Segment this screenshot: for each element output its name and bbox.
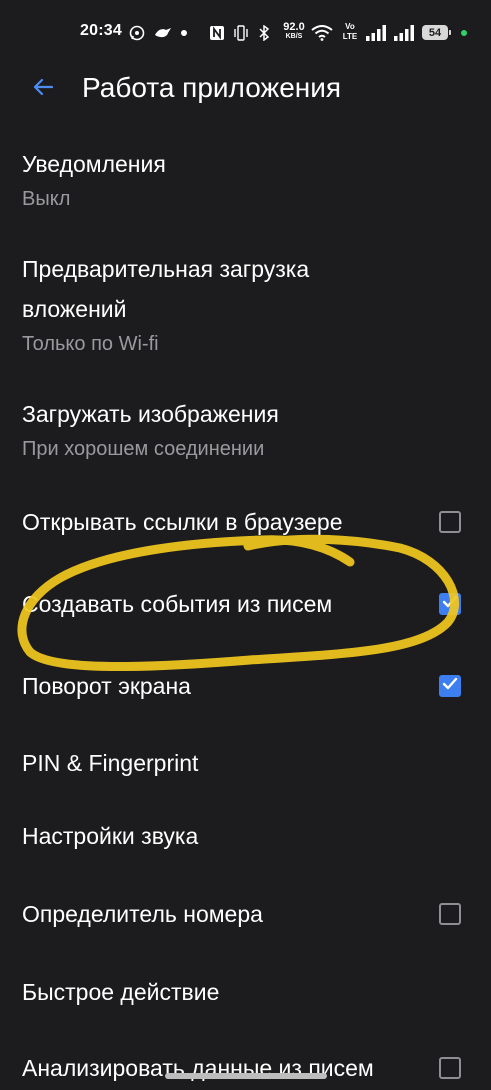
setting-title: Загружать изображения: [22, 401, 279, 427]
setting-title: Открывать ссылки в браузере: [22, 509, 343, 535]
setting-subtitle: При хорошем соединении: [22, 438, 265, 460]
volte-bottom: LTE: [342, 32, 358, 41]
screen: 20:34 92.0 KB/S Vo LTE 54 Работа приложе…: [0, 0, 491, 1090]
setting-title: Создавать события из писем: [22, 591, 333, 617]
setting-screen-rotation[interactable]: Поворот экрана: [0, 666, 491, 706]
setting-title: Уведомления: [22, 151, 166, 177]
setting-sound[interactable]: Настройки звука: [0, 816, 491, 856]
setting-open-links-in-browser[interactable]: Открывать ссылки в браузере: [0, 502, 491, 542]
app-bar: Работа приложения: [0, 64, 491, 114]
setting-title: Предварительная загрузка вложений: [22, 256, 310, 322]
status-time: 20:34: [80, 22, 122, 39]
bluetooth-icon: [256, 24, 272, 42]
home-indicator[interactable]: [165, 1073, 327, 1079]
setting-title: Поворот экрана: [22, 673, 191, 699]
battery-indicator: 54: [422, 25, 451, 40]
checkmark-icon: [442, 677, 458, 696]
checkbox-create-events[interactable]: [439, 593, 461, 615]
setting-title: Настройки звука: [22, 823, 199, 849]
vibrate-icon: [232, 24, 250, 42]
wifi-icon: [310, 24, 334, 42]
setting-title: Анализировать данные из писем: [22, 1055, 374, 1081]
net-speed-unit: KB/S: [285, 33, 303, 40]
checkmark-icon: [442, 595, 458, 614]
page-title: Работа приложения: [82, 72, 342, 103]
setting-title: Определитель номера: [22, 901, 263, 927]
volte-indicator: Vo LTE: [338, 22, 362, 42]
checkbox-analyze-mail[interactable]: [439, 1057, 461, 1079]
signal-icon-2: [392, 24, 416, 42]
back-button[interactable]: [26, 72, 60, 106]
bird-icon: [152, 24, 174, 42]
setting-preload-attachments[interactable]: Предварительная загрузка вложений Только…: [0, 249, 491, 359]
setting-caller-id[interactable]: Определитель номера: [0, 894, 491, 934]
setting-pin-fingerprint[interactable]: PIN & Fingerprint: [0, 743, 491, 783]
status-bar: 20:34 92.0 KB/S Vo LTE 54: [0, 0, 491, 64]
setting-title: PIN & Fingerprint: [22, 750, 199, 776]
checkbox-caller-id[interactable]: [439, 903, 461, 925]
setting-subtitle: Выкл: [22, 188, 71, 210]
signal-icon: [364, 24, 388, 42]
setting-quick-action[interactable]: Быстрое действие: [0, 972, 491, 1012]
checkbox-open-links[interactable]: [439, 511, 461, 533]
setting-notifications[interactable]: Уведомления Выкл: [0, 144, 491, 214]
whatsapp-icon: [128, 24, 146, 42]
checkbox-screen-rotation[interactable]: [439, 675, 461, 697]
setting-title: Быстрое действие: [22, 979, 220, 1005]
setting-analyze-mail-data[interactable]: Анализировать данные из писем: [0, 1048, 491, 1088]
setting-load-images[interactable]: Загружать изображения При хорошем соедин…: [0, 394, 491, 464]
net-speed: 92.0 KB/S: [280, 22, 308, 41]
volte-top: Vo: [345, 22, 355, 31]
notification-dot-icon: [178, 24, 190, 42]
nfc-icon: [208, 24, 226, 42]
privacy-indicator-dot: [461, 30, 467, 36]
arrow-left-icon: [32, 78, 54, 101]
setting-create-events-from-mail[interactable]: Создавать события из писем: [0, 584, 491, 624]
setting-subtitle: Только по Wi-fi: [22, 333, 159, 355]
